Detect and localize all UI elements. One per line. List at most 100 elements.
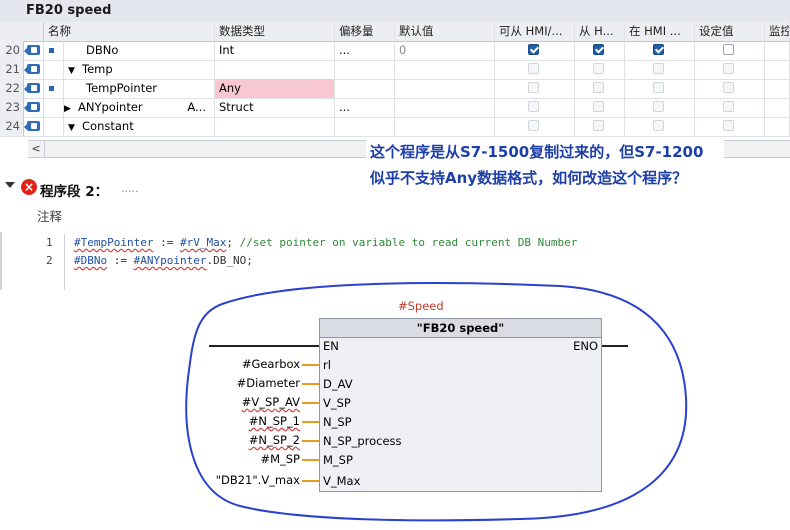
row-default-cell[interactable]: 0 — [395, 41, 495, 60]
row-name-cell[interactable]: DBNo — [64, 41, 215, 60]
setpoint-checkbox[interactable] — [723, 82, 734, 93]
input-wire — [302, 364, 319, 366]
row-name-cell[interactable]: ▶ ANYpointer A... — [64, 98, 215, 117]
hmi-visible-checkbox[interactable] — [653, 44, 664, 55]
row-marker-cell[interactable] — [44, 117, 64, 136]
header-hmi-write[interactable]: 从 H... — [575, 22, 625, 41]
hmi-write-checkbox[interactable] — [593, 82, 604, 93]
row-default-cell[interactable] — [395, 117, 495, 136]
header-offset[interactable]: 偏移量 — [335, 22, 395, 41]
hmi-access-checkbox[interactable] — [528, 101, 539, 112]
network-title-placeholder[interactable]: ..... — [121, 182, 138, 195]
row-name-cell[interactable]: ▼ Constant — [64, 117, 215, 136]
row-marker-cell[interactable] — [44, 79, 64, 98]
input-pin: M_SP — [323, 453, 353, 467]
row-hmi-write-cell — [575, 79, 625, 98]
function-block-box[interactable] — [319, 318, 602, 492]
header-setpoint[interactable]: 设定值 — [695, 22, 765, 41]
input-wire — [302, 383, 319, 385]
input-wire — [302, 440, 319, 442]
table-row[interactable]: 24 ▼ Constant — [0, 117, 790, 137]
expander-icon[interactable]: ▶ — [64, 100, 78, 117]
row-monitor-cell — [765, 117, 790, 136]
scroll-left-button[interactable]: < — [28, 141, 45, 157]
scl-code-editor[interactable]: 1 2 #TempPointer := #rV_Max; //set point… — [0, 232, 790, 290]
input-argument[interactable]: #M_SP — [260, 452, 300, 466]
setpoint-checkbox[interactable] — [723, 120, 734, 131]
header-hmi-visible[interactable]: 在 HMI ... — [625, 22, 695, 41]
setpoint-checkbox[interactable] — [723, 63, 734, 74]
network-comment[interactable]: 注释 — [37, 206, 62, 225]
collapse-toggle-icon[interactable] — [5, 182, 15, 188]
row-datatype-cell[interactable]: Int — [215, 41, 335, 60]
row-name-cell[interactable]: ▼ Temp — [64, 60, 215, 79]
input-argument[interactable]: #Gearbox — [242, 357, 300, 371]
row-monitor-cell — [765, 60, 790, 79]
hmi-write-checkbox[interactable] — [593, 120, 604, 131]
variable-name: DBNo — [86, 43, 119, 57]
question-overlay: 这个程序是从S7-1500复制过来的，但S7-1200 似乎不支持Any数据格式… — [366, 139, 724, 196]
header-default[interactable]: 默认值 — [395, 22, 495, 41]
row-default-cell[interactable] — [395, 79, 495, 98]
hmi-access-checkbox[interactable] — [528, 120, 539, 131]
pin-en: EN — [323, 339, 339, 353]
input-argument[interactable]: #N_SP_1 — [249, 414, 300, 428]
hmi-access-checkbox[interactable] — [528, 44, 539, 55]
line-number: 1 — [46, 236, 53, 249]
hmi-visible-checkbox[interactable] — [653, 82, 664, 93]
hmi-visible-checkbox[interactable] — [653, 101, 664, 112]
row-hmi-write-cell — [575, 60, 625, 79]
hmi-visible-checkbox[interactable] — [653, 120, 664, 131]
setpoint-checkbox[interactable] — [723, 101, 734, 112]
header-hmi-access[interactable]: 可从 HMI/... — [495, 22, 575, 41]
row-marker-cell[interactable] — [44, 41, 64, 60]
variable-name: Constant — [82, 119, 134, 133]
row-hmi-access-cell — [495, 41, 575, 60]
hmi-write-checkbox[interactable] — [593, 101, 604, 112]
input-argument[interactable]: #V_SP_AV — [242, 395, 300, 409]
question-line-2: 似乎不支持Any数据格式，如何改造这个程序？ — [370, 169, 688, 187]
row-name-cell[interactable]: TempPointer — [64, 79, 215, 98]
setpoint-checkbox[interactable] — [723, 44, 734, 55]
code-line[interactable]: #DBNo := #ANYpointer.DB_NO; — [74, 254, 253, 267]
row-default-cell[interactable] — [395, 98, 495, 117]
table-row[interactable]: 20 DBNo Int ... 0 — [0, 41, 790, 61]
row-io-cell — [24, 41, 44, 60]
input-argument[interactable]: #N_SP_2 — [249, 433, 300, 447]
hmi-visible-checkbox[interactable] — [653, 63, 664, 74]
interface-io-icon — [24, 45, 40, 55]
hmi-access-checkbox[interactable] — [528, 63, 539, 74]
table-row[interactable]: 21 ▼ Temp — [0, 60, 790, 80]
code-text: ; — [226, 236, 240, 249]
member-square-icon — [49, 86, 54, 91]
input-pin: rl — [323, 358, 331, 372]
hmi-write-checkbox[interactable] — [593, 44, 604, 55]
instance-db-label[interactable]: #Speed — [398, 299, 444, 313]
expander-icon[interactable]: ▼ — [68, 119, 82, 136]
row-datatype-cell[interactable] — [215, 60, 335, 79]
network-title: 程序段 2： — [40, 184, 109, 200]
table-row[interactable]: 22 TempPointer Any — [0, 79, 790, 99]
member-square-icon — [49, 48, 54, 53]
header-name[interactable]: 名称 — [44, 22, 215, 41]
code-variable: #TempPointer — [74, 236, 154, 249]
row-datatype-cell[interactable]: Any — [215, 79, 335, 98]
hmi-write-checkbox[interactable] — [593, 63, 604, 74]
input-argument[interactable]: "DB21".V_max — [216, 473, 300, 487]
row-datatype-cell[interactable]: Struct — [215, 98, 335, 117]
row-marker-cell[interactable] — [44, 60, 64, 79]
row-default-cell[interactable] — [395, 60, 495, 79]
expander-icon[interactable]: ▼ — [68, 62, 82, 79]
table-row[interactable]: 23 ▶ ANYpointer A... Struct ... — [0, 98, 790, 118]
row-setpoint-cell — [695, 60, 765, 79]
row-hmi-access-cell — [495, 98, 575, 117]
header-datatype[interactable]: 数据类型 — [215, 22, 335, 41]
question-line-1: 这个程序是从S7-1500复制过来的，但S7-1200 — [370, 143, 704, 161]
header-monitor[interactable]: 监控 — [765, 22, 790, 41]
input-argument[interactable]: #Diameter — [237, 376, 300, 390]
row-datatype-cell[interactable] — [215, 117, 335, 136]
row-number: 23 — [0, 98, 24, 117]
hmi-access-checkbox[interactable] — [528, 82, 539, 93]
row-marker-cell[interactable] — [44, 98, 64, 117]
code-line[interactable]: #TempPointer := #rV_Max; //set pointer o… — [74, 236, 577, 249]
